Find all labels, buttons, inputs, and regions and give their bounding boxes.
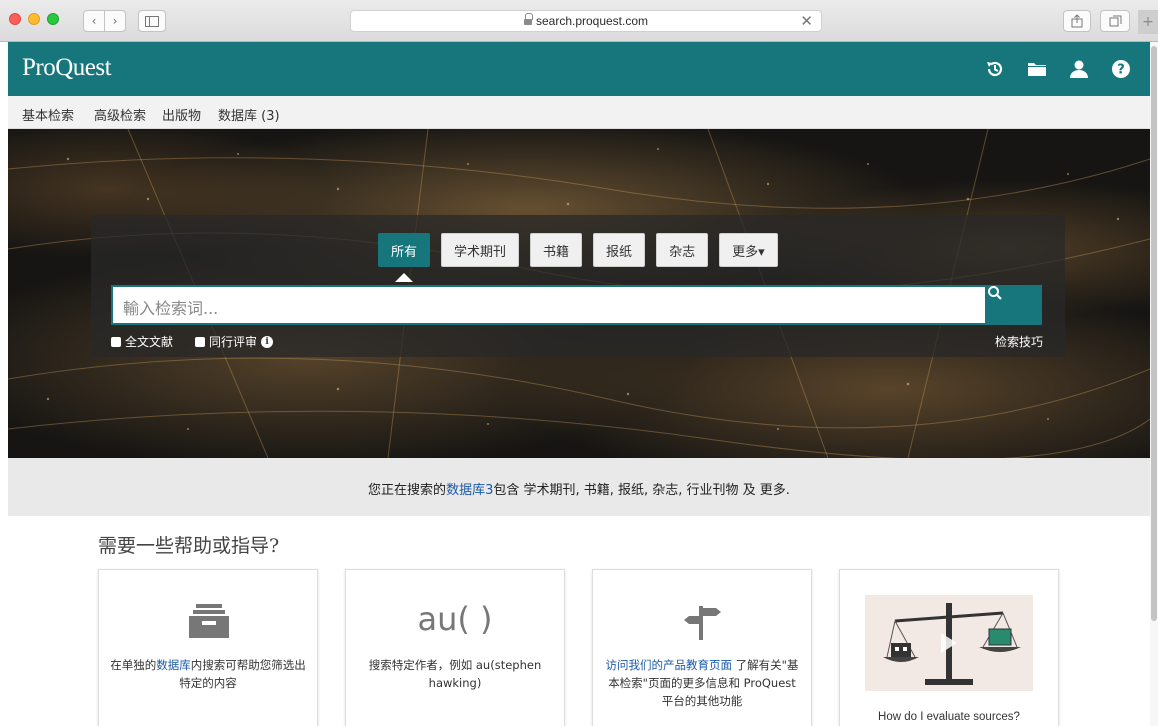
- browser-toolbar: ‹ › search.proquest.com ✕ +: [0, 0, 1158, 42]
- search-scope-tabs: 所有 学术期刊 书籍 报纸 杂志 更多▾: [378, 233, 778, 282]
- full-text-checkbox[interactable]: 全文文献: [111, 333, 173, 350]
- page-scrollbar[interactable]: [1150, 42, 1158, 726]
- site-header: ProQuest ?: [8, 42, 1150, 96]
- stop-loading-icon[interactable]: ✕: [800, 12, 813, 30]
- chevron-left-icon: ‹: [91, 14, 97, 28]
- proquest-logo[interactable]: ProQuest: [22, 54, 112, 82]
- scope-tab-magazines[interactable]: 杂志: [656, 233, 709, 267]
- folder-icon[interactable]: [1026, 58, 1048, 80]
- back-button[interactable]: ‹: [83, 10, 105, 32]
- product-education-link[interactable]: 访问我们的产品教育页面: [606, 658, 733, 672]
- chevron-right-icon: ›: [112, 14, 118, 28]
- svg-text:?: ?: [1117, 63, 1125, 78]
- info-icon[interactable]: i: [261, 335, 274, 348]
- share-button[interactable]: [1063, 10, 1091, 32]
- main-nav: 基本检索 高级检索 出版物 数据库 (3): [8, 96, 1150, 133]
- lock-icon: [523, 12, 533, 26]
- zoom-window-button[interactable]: [47, 13, 59, 25]
- help-section-title: 需要一些帮助或指导?: [98, 535, 280, 557]
- signpost-icon: [684, 606, 721, 640]
- minimize-window-button[interactable]: [28, 13, 40, 25]
- full-text-label: 全文文献: [125, 335, 174, 349]
- address-bar[interactable]: search.proquest.com ✕: [350, 10, 822, 32]
- author-search-icon: au( ): [417, 600, 493, 638]
- show-tabs-button[interactable]: [1100, 10, 1130, 32]
- scale-video-icon: [883, 603, 1021, 685]
- card-text-a: 在单独的: [110, 658, 157, 672]
- search-panel: 所有 学术期刊 书籍 报纸 杂志 更多▾ 輸入检索词... 全文文献 同行评审 …: [91, 215, 1065, 357]
- help-card-databases: 在单独的数据库内搜索可帮助您筛选出特定的内容: [98, 569, 318, 726]
- nav-databases[interactable]: 数据库 (3): [218, 105, 280, 124]
- sidebar-icon: [145, 15, 159, 27]
- history-icon[interactable]: [984, 58, 1006, 80]
- help-card-product-education: 访问我们的产品教育页面 了解有关"基本检索"页面的更多信息和 ProQuest …: [592, 569, 812, 726]
- scrollbar-thumb[interactable]: [1151, 46, 1157, 621]
- inbox-tray-icon: [189, 604, 229, 638]
- databases-link[interactable]: 数据库3: [446, 483, 493, 498]
- search-tips-link[interactable]: 检索技巧: [995, 333, 1043, 350]
- hero-city-lights-image: 所有 学术期刊 书籍 报纸 杂志 更多▾ 輸入检索词... 全文文献 同行评审 …: [8, 129, 1150, 458]
- peer-reviewed-checkbox[interactable]: 同行评审 i: [195, 333, 274, 350]
- nav-publications[interactable]: 出版物: [162, 105, 201, 124]
- strip-suffix: 包含 学术期刊, 书籍, 报纸, 杂志, 行业刊物 及 更多.: [493, 483, 790, 498]
- scope-tab-newspapers[interactable]: 报纸: [593, 233, 646, 267]
- card-text-b: 内搜索可帮助您筛选出特定的内容: [179, 658, 306, 690]
- forward-button[interactable]: ›: [104, 10, 126, 32]
- card-databases-link[interactable]: 数据库: [156, 658, 191, 672]
- close-window-button[interactable]: [9, 13, 21, 25]
- help-card-evaluate-sources: How do I evaluate sources?: [839, 569, 1059, 726]
- author-search-text: 搜索特定作者，例如 au(stephen hawking): [368, 658, 542, 690]
- peer-reviewed-label: 同行评审: [209, 335, 258, 349]
- strip-prefix: 您正在搜索的: [368, 483, 447, 498]
- checkbox-box[interactable]: [195, 336, 206, 347]
- database-info-strip: 您正在搜索的数据库3包含 学术期刊, 书籍, 报纸, 杂志, 行业刊物 及 更多…: [8, 458, 1150, 516]
- evaluate-sources-video-thumbnail[interactable]: [865, 595, 1033, 691]
- evaluate-sources-text[interactable]: How do I evaluate sources?: [840, 711, 1058, 723]
- sidebar-toggle-button[interactable]: [138, 10, 166, 32]
- search-input[interactable]: 輸入检索词...: [111, 285, 987, 325]
- address-url: search.proquest.com: [535, 14, 649, 28]
- scope-tab-all[interactable]: 所有: [378, 233, 431, 282]
- help-card-author-search: au( ) 搜索特定作者，例如 au(stephen hawking): [345, 569, 565, 726]
- new-tab-button[interactable]: +: [1138, 10, 1158, 34]
- share-icon: [1071, 14, 1083, 28]
- search-icon: [988, 286, 1002, 300]
- scope-tab-more-dropdown[interactable]: 更多▾: [719, 233, 778, 267]
- scope-tab-books[interactable]: 书籍: [530, 233, 583, 267]
- tabs-icon: [1109, 15, 1121, 27]
- nav-advanced-search[interactable]: 高级检索: [94, 105, 146, 124]
- search-button[interactable]: [987, 285, 1042, 325]
- user-icon[interactable]: [1068, 58, 1090, 80]
- checkbox-box[interactable]: [111, 336, 121, 347]
- scope-tab-scholarly-journals[interactable]: 学术期刊: [441, 233, 520, 267]
- help-icon[interactable]: ?: [1110, 58, 1132, 80]
